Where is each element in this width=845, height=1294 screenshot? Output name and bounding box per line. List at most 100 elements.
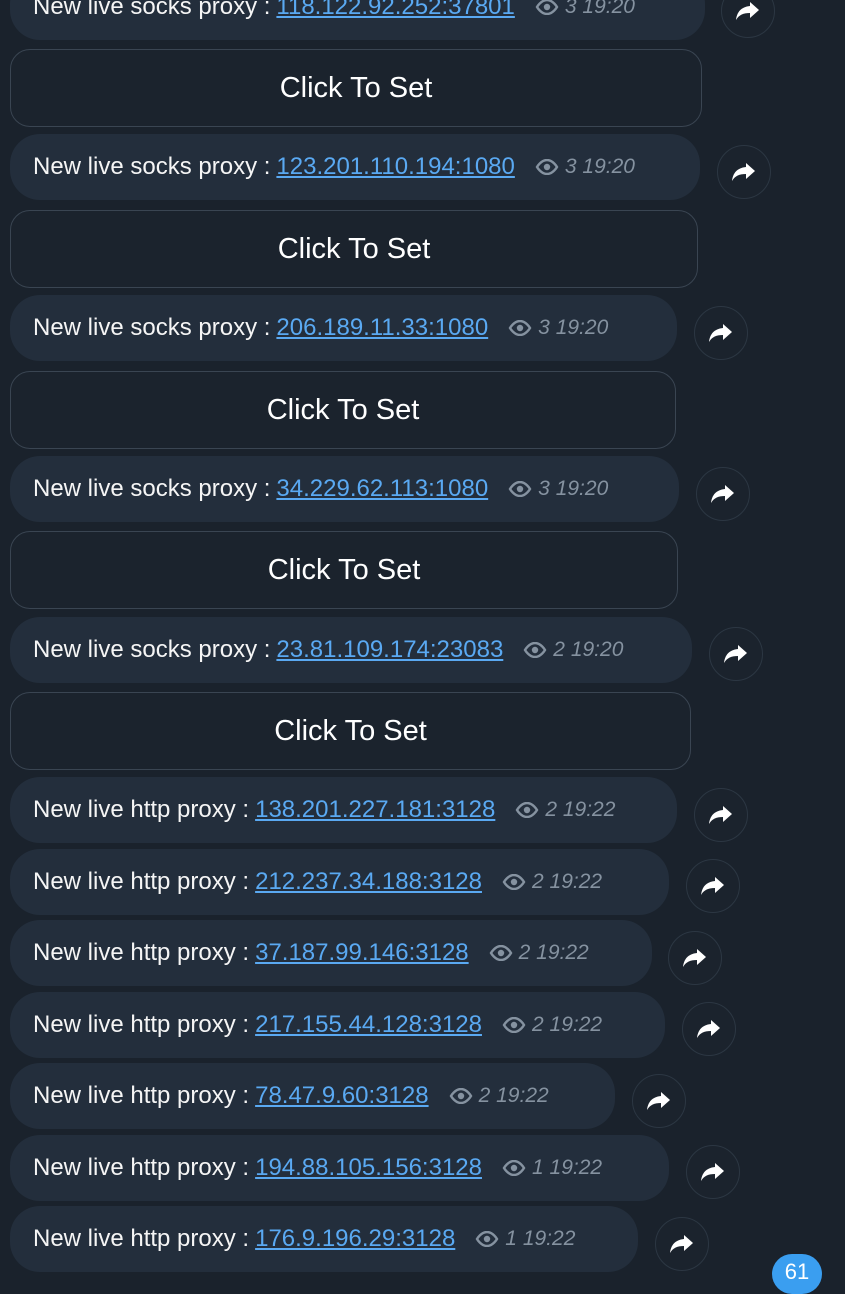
message-meta: 2 19:22 bbox=[502, 1013, 602, 1037]
share-arrow-icon bbox=[697, 1020, 720, 1038]
share-arrow-icon bbox=[701, 1163, 724, 1181]
eye-icon bbox=[502, 1017, 526, 1033]
view-count: 2 bbox=[478, 1084, 491, 1107]
message-meta: 1 19:22 bbox=[502, 1156, 602, 1180]
message-text: New live socks proxy : bbox=[33, 636, 271, 663]
unread-count-badge[interactable]: 61 bbox=[772, 1254, 822, 1294]
share-arrow-icon bbox=[709, 806, 732, 824]
proxy-link[interactable]: 78.47.9.60:3128 bbox=[255, 1082, 429, 1110]
message-meta: 2 19:20 bbox=[523, 638, 623, 662]
message-text: New live http proxy : bbox=[33, 868, 250, 895]
message-text: New live http proxy : bbox=[33, 1225, 250, 1252]
message-text: New live http proxy : bbox=[33, 1082, 250, 1109]
share-button[interactable] bbox=[682, 1002, 736, 1056]
message-meta: 2 19:22 bbox=[489, 941, 589, 965]
share-button[interactable] bbox=[696, 467, 750, 521]
message-meta: 2 19:22 bbox=[449, 1084, 549, 1108]
eye-icon bbox=[502, 874, 526, 890]
message-meta: 3 19:20 bbox=[508, 477, 608, 501]
message-time: 19:20 bbox=[555, 477, 609, 500]
message-bubble: New live http proxy : 138.201.227.181:31… bbox=[10, 777, 677, 843]
message-text: New live http proxy : bbox=[33, 1154, 250, 1181]
message-bubble: New live socks proxy : 118.122.92.252:37… bbox=[10, 0, 705, 40]
message-time: 19:22 bbox=[562, 798, 616, 821]
proxy-link[interactable]: 217.155.44.128:3128 bbox=[255, 1011, 482, 1039]
share-button[interactable] bbox=[709, 627, 763, 681]
eye-icon bbox=[515, 802, 539, 818]
share-button[interactable] bbox=[694, 306, 748, 360]
view-count: 2 bbox=[518, 941, 531, 964]
message-text: New live http proxy : bbox=[33, 796, 250, 823]
share-button[interactable] bbox=[655, 1217, 709, 1271]
message-text: New live socks proxy : bbox=[33, 153, 271, 180]
view-count: 1 bbox=[531, 1156, 544, 1179]
proxy-link[interactable]: 37.187.99.146:3128 bbox=[255, 939, 469, 967]
share-arrow-icon bbox=[683, 949, 706, 967]
eye-icon bbox=[508, 320, 532, 336]
message-bubble: New live http proxy : 212.237.34.188:312… bbox=[10, 849, 669, 915]
click-to-set-button[interactable]: Click To Set bbox=[10, 371, 676, 449]
message-bubble: New live socks proxy : 206.189.11.33:108… bbox=[10, 295, 677, 361]
eye-icon bbox=[475, 1231, 499, 1247]
click-to-set-button[interactable]: Click To Set bbox=[10, 210, 698, 288]
view-count: 2 bbox=[545, 798, 558, 821]
message-bubble: New live socks proxy : 34.229.62.113:108… bbox=[10, 456, 679, 522]
message-time: 19:22 bbox=[536, 941, 589, 964]
proxy-link[interactable]: 206.189.11.33:1080 bbox=[276, 314, 488, 342]
view-count: 1 bbox=[505, 1227, 517, 1250]
button-label: Click To Set bbox=[267, 553, 421, 586]
message-bubble: New live http proxy : 217.155.44.128:312… bbox=[10, 992, 665, 1058]
share-button[interactable] bbox=[694, 788, 748, 842]
message-meta: 3 19:20 bbox=[535, 155, 635, 179]
message-time: 19:22 bbox=[549, 1013, 603, 1036]
eye-icon bbox=[489, 945, 513, 961]
proxy-link[interactable]: 212.237.34.188:3128 bbox=[255, 868, 482, 896]
click-to-set-button[interactable]: Click To Set bbox=[10, 49, 702, 127]
view-count: 2 bbox=[531, 870, 544, 893]
proxy-link[interactable]: 176.9.196.29:3128 bbox=[255, 1225, 455, 1253]
message-meta: 3 19:20 bbox=[535, 0, 635, 19]
proxy-link[interactable]: 23.81.109.174:23083 bbox=[276, 636, 503, 664]
eye-icon bbox=[535, 0, 559, 15]
message-meta: 2 19:22 bbox=[502, 870, 602, 894]
message-text: New live socks proxy : bbox=[33, 0, 271, 20]
proxy-link[interactable]: 34.229.62.113:1080 bbox=[276, 475, 488, 503]
share-arrow-icon bbox=[701, 877, 724, 895]
share-button[interactable] bbox=[721, 0, 775, 38]
message-text: New live socks proxy : bbox=[33, 314, 271, 341]
message-meta: 2 19:22 bbox=[515, 798, 615, 822]
message-time: 19:22 bbox=[522, 1227, 576, 1250]
message-bubble: New live http proxy : 176.9.196.29:3128 … bbox=[10, 1206, 638, 1272]
click-to-set-button[interactable]: Click To Set bbox=[10, 531, 678, 609]
share-button[interactable] bbox=[686, 859, 740, 913]
message-time: 19:22 bbox=[549, 870, 603, 893]
message-time: 19:22 bbox=[549, 1156, 603, 1179]
message-bubble: New live http proxy : 37.187.99.146:3128… bbox=[10, 920, 652, 986]
proxy-link[interactable]: 138.201.227.181:3128 bbox=[255, 796, 495, 824]
button-label: Click To Set bbox=[266, 393, 420, 426]
message-text: New live socks proxy : bbox=[33, 475, 271, 502]
message-time: 19:20 bbox=[582, 0, 635, 18]
view-count: 2 bbox=[553, 638, 565, 661]
button-label: Click To Set bbox=[274, 714, 427, 747]
share-arrow-icon bbox=[732, 163, 755, 181]
view-count: 3 bbox=[538, 477, 550, 500]
share-button[interactable] bbox=[668, 931, 722, 985]
eye-icon bbox=[535, 159, 559, 175]
proxy-link[interactable]: 123.201.110.194:1080 bbox=[276, 153, 514, 181]
button-label: Click To Set bbox=[279, 71, 433, 104]
view-count: 3 bbox=[564, 0, 577, 18]
proxy-link[interactable]: 118.122.92.252:37801 bbox=[276, 0, 514, 21]
message-text: New live http proxy : bbox=[33, 939, 250, 966]
eye-icon bbox=[523, 642, 547, 658]
share-button[interactable] bbox=[632, 1074, 686, 1128]
message-bubble: New live socks proxy : 123.201.110.194:1… bbox=[10, 134, 700, 200]
message-meta: 1 19:22 bbox=[475, 1227, 575, 1251]
share-button[interactable] bbox=[717, 145, 771, 199]
message-bubble: New live http proxy : 78.47.9.60:3128 2 … bbox=[10, 1063, 615, 1129]
message-time: 19:22 bbox=[496, 1084, 549, 1107]
share-arrow-icon bbox=[711, 485, 734, 503]
click-to-set-button[interactable]: Click To Set bbox=[10, 692, 691, 770]
proxy-link[interactable]: 194.88.105.156:3128 bbox=[255, 1154, 482, 1182]
share-button[interactable] bbox=[686, 1145, 740, 1199]
